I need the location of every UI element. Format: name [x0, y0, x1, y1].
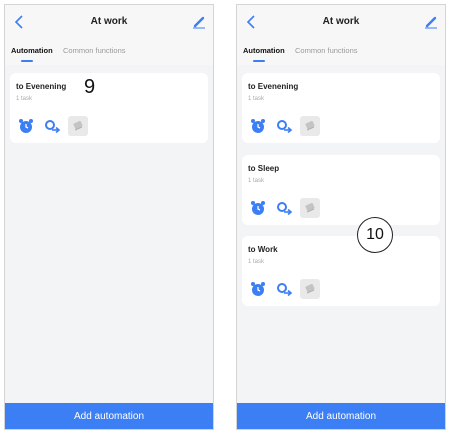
page-title: At work: [90, 16, 128, 27]
card-icons: [16, 116, 88, 136]
automation-card[interactable]: to Evenening 1 task: [242, 73, 440, 143]
card-subtitle: 1 task: [248, 259, 265, 265]
scene-card-icon: [300, 279, 320, 299]
alarm-clock-icon: [248, 198, 268, 218]
tab-common-functions[interactable]: Common functions: [295, 46, 358, 55]
automation-card[interactable]: to Sleep 1 task: [242, 155, 440, 225]
card-icons: [248, 116, 320, 136]
automation-card[interactable]: to Evenening 1 task 9: [10, 73, 208, 143]
tab-automation[interactable]: Automation: [11, 46, 53, 55]
card-subtitle: 1 task: [16, 96, 33, 102]
location-arrow-icon: [274, 198, 294, 218]
tab-active-indicator: [21, 60, 33, 62]
card-subtitle: 1 task: [248, 178, 265, 184]
tab-common-functions[interactable]: Common functions: [63, 46, 126, 55]
add-automation-button[interactable]: Add automation: [5, 403, 213, 429]
alarm-clock-icon: [248, 116, 268, 136]
location-arrow-icon: [274, 116, 294, 136]
annotation-number: 10: [357, 217, 393, 253]
phone-screen-left: At work Automation Common functions to E…: [4, 4, 214, 430]
automation-card[interactable]: to Work 1 task: [242, 236, 440, 306]
card-icons: [248, 198, 320, 218]
tab-bar: Automation Common functions: [237, 41, 445, 65]
add-automation-button[interactable]: Add automation: [237, 403, 445, 429]
header: At work: [237, 5, 445, 41]
page-title: At work: [322, 16, 360, 27]
card-subtitle: 1 task: [248, 96, 265, 102]
card-title: to Sleep: [248, 164, 280, 173]
tab-automation[interactable]: Automation: [243, 46, 285, 55]
card-icons: [248, 279, 320, 299]
card-title: to Evenening: [248, 82, 299, 91]
scene-card-icon: [300, 116, 320, 136]
alarm-clock-icon: [248, 279, 268, 299]
location-arrow-icon: [42, 116, 62, 136]
alarm-clock-icon: [16, 116, 36, 136]
scene-card-icon: [68, 116, 88, 136]
edit-icon[interactable]: [192, 15, 206, 29]
tab-active-indicator: [253, 60, 265, 62]
location-arrow-icon: [274, 279, 294, 299]
phone-screen-right: At work Automation Common functions to E…: [236, 4, 446, 430]
scene-card-icon: [300, 198, 320, 218]
card-title: to Evenening: [16, 82, 67, 91]
header: At work: [5, 5, 213, 41]
card-title: to Work: [248, 245, 278, 254]
annotation-number: 9: [84, 76, 96, 98]
edit-icon[interactable]: [424, 15, 438, 29]
tab-bar: Automation Common functions: [5, 41, 213, 65]
